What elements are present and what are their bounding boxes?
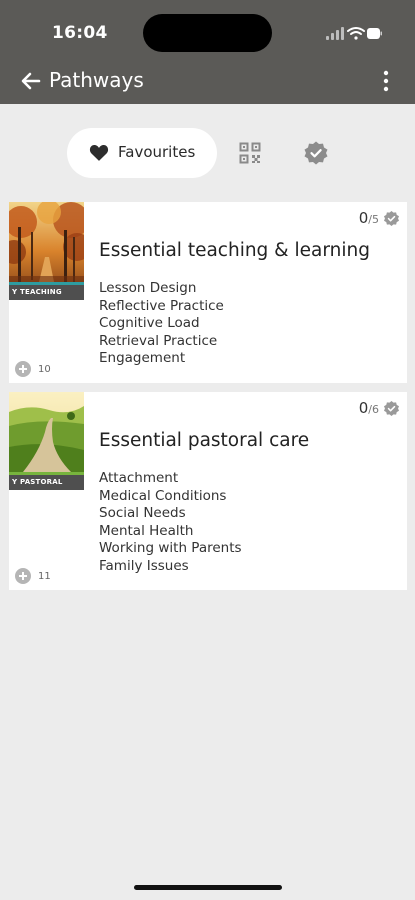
camera-notch	[143, 14, 272, 52]
topic-item: Family Issues	[99, 557, 189, 574]
topic-item: Working with Parents	[99, 540, 242, 556]
topic-item: Social Needs	[99, 505, 186, 521]
count-value: 10	[38, 363, 51, 375]
progress-done: 0	[358, 209, 369, 227]
topic-item: Cognitive Load	[99, 315, 200, 331]
pathway-thumbnail: Y PASTORAL	[9, 392, 84, 490]
page-title: Pathways	[49, 68, 144, 92]
progress-total: /5	[368, 213, 379, 226]
progress-indicator: 0 /5	[359, 209, 400, 227]
topic-item: Lesson Design	[99, 280, 197, 296]
battery-icon	[367, 28, 380, 39]
progress-indicator: 0 /6	[359, 399, 400, 417]
status-time: 16:04	[52, 23, 108, 43]
favourites-label: Favourites	[118, 143, 196, 161]
verified-badge-icon[interactable]	[303, 140, 329, 166]
topic-item: Engagement	[99, 350, 186, 366]
progress-total: /6	[368, 403, 379, 416]
plus-circle-icon	[15, 568, 31, 584]
back-arrow-icon[interactable]	[18, 68, 44, 94]
status-icons	[326, 27, 382, 40]
pathway-title: Essential teaching & learning	[99, 240, 370, 261]
topic-item: Retrieval Practice	[99, 332, 218, 349]
top-bar: 16:04 Pathways	[0, 0, 415, 104]
topic-item: Reflective Practice	[99, 297, 224, 314]
topic-list: Lesson Design Reflective Practice Cognit…	[99, 280, 224, 368]
plus-circle-icon	[15, 361, 31, 377]
pathway-thumbnail: Y TEACHING	[9, 202, 84, 300]
heart-icon	[89, 145, 109, 161]
topic-list: Attachment Medical Conditions Social Nee…	[99, 470, 242, 575]
count-value: 11	[38, 570, 51, 582]
category-tag: Y TEACHING	[9, 285, 84, 300]
topic-item: Attachment	[99, 470, 179, 486]
verified-check-icon	[383, 400, 400, 416]
progress-done: 0	[358, 399, 369, 417]
wifi-icon	[347, 27, 365, 35]
pathway-title: Essential pastoral care	[99, 430, 310, 451]
qr-code-icon[interactable]	[239, 142, 261, 164]
topic-item: Mental Health	[99, 522, 194, 539]
topic-item: Medical Conditions	[99, 487, 227, 504]
verified-check-icon	[383, 210, 400, 226]
category-tag: Y PASTORAL	[9, 475, 84, 490]
item-count: 11	[15, 568, 51, 584]
pathway-card-teaching[interactable]: Y TEACHING 0 /5 Essential teaching & lear…	[9, 202, 407, 383]
home-indicator[interactable]	[134, 885, 282, 890]
filter-bar: Favourites	[0, 128, 415, 178]
item-count: 10	[15, 361, 51, 377]
more-vert-icon[interactable]	[378, 68, 394, 94]
pathway-card-pastoral[interactable]: Y PASTORAL 0 /6 Essential pastoral care A…	[9, 392, 407, 590]
favourites-button[interactable]: Favourites	[67, 128, 217, 178]
